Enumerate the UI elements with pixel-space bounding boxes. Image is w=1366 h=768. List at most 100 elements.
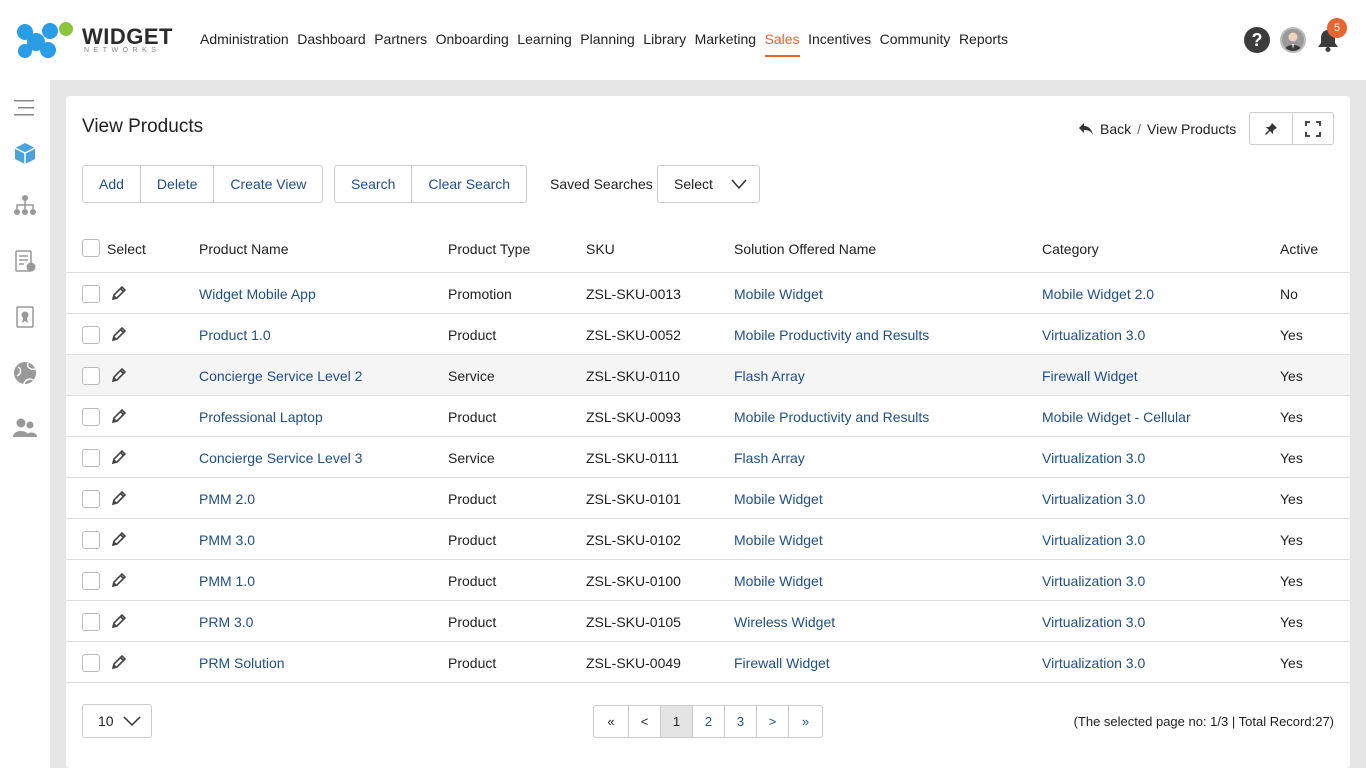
row-checkbox[interactable] bbox=[82, 531, 100, 549]
edit-pencil-icon[interactable] bbox=[110, 325, 128, 343]
add-button[interactable]: Add bbox=[83, 166, 140, 202]
saved-searches-select[interactable]: Select bbox=[657, 165, 760, 203]
row-checkbox[interactable] bbox=[82, 326, 100, 344]
edit-pencil-icon[interactable] bbox=[110, 530, 128, 548]
edit-pencil-icon[interactable] bbox=[110, 284, 128, 302]
nav-item-dashboard[interactable]: Dashboard bbox=[297, 31, 366, 57]
back-arrow-icon[interactable] bbox=[1078, 122, 1094, 136]
product-name-link[interactable]: PRM 3.0 bbox=[199, 614, 253, 630]
solution-link[interactable]: Mobile Widget bbox=[734, 491, 823, 507]
create-view-button[interactable]: Create View bbox=[213, 166, 322, 202]
row-checkbox[interactable] bbox=[82, 490, 100, 508]
category-link[interactable]: Virtualization 3.0 bbox=[1042, 532, 1145, 548]
breadcrumb-current: View Products bbox=[1147, 121, 1237, 137]
nav-item-incentives[interactable]: Incentives bbox=[808, 31, 871, 57]
solution-link[interactable]: Flash Array bbox=[734, 368, 805, 384]
edit-pencil-icon[interactable] bbox=[110, 489, 128, 507]
sku-cell: ZSL-SKU-0110 bbox=[586, 368, 680, 384]
nav-item-sales[interactable]: Sales bbox=[764, 31, 800, 57]
category-link[interactable]: Virtualization 3.0 bbox=[1042, 655, 1145, 671]
category-link[interactable]: Virtualization 3.0 bbox=[1042, 614, 1145, 630]
column-product-name[interactable]: Product Name bbox=[199, 241, 288, 257]
clear-search-button[interactable]: Clear Search bbox=[411, 166, 526, 202]
org-chart-icon[interactable] bbox=[12, 193, 38, 219]
category-link[interactable]: Virtualization 3.0 bbox=[1042, 491, 1145, 507]
row-checkbox[interactable] bbox=[82, 654, 100, 672]
row-checkbox[interactable] bbox=[82, 613, 100, 631]
page-size-select[interactable]: 10 bbox=[82, 704, 152, 738]
solution-link[interactable]: Firewall Widget bbox=[734, 655, 830, 671]
prev-page-button[interactable]: < bbox=[628, 706, 660, 737]
certificate-icon[interactable] bbox=[12, 304, 38, 330]
product-name-link[interactable]: PMM 2.0 bbox=[199, 491, 255, 507]
nav-item-administration[interactable]: Administration bbox=[200, 31, 289, 57]
solution-link[interactable]: Mobile Productivity and Results bbox=[734, 409, 929, 425]
solution-link[interactable]: Wireless Widget bbox=[734, 614, 835, 630]
solution-link[interactable]: Mobile Widget bbox=[734, 286, 823, 302]
category-link[interactable]: Mobile Widget - Cellular bbox=[1042, 409, 1191, 425]
help-icon[interactable]: ? bbox=[1244, 27, 1270, 53]
user-avatar[interactable] bbox=[1280, 27, 1306, 53]
product-name-link[interactable]: Concierge Service Level 2 bbox=[199, 368, 362, 384]
products-box-icon[interactable] bbox=[12, 140, 38, 166]
select-all-checkbox[interactable] bbox=[82, 239, 100, 257]
category-link[interactable]: Firewall Widget bbox=[1042, 368, 1138, 384]
page-button-3[interactable]: 3 bbox=[724, 706, 756, 737]
edit-pencil-icon[interactable] bbox=[110, 407, 128, 425]
product-type-cell: Product bbox=[448, 327, 497, 343]
product-name-link[interactable]: Concierge Service Level 3 bbox=[199, 450, 362, 466]
nav-item-learning[interactable]: Learning bbox=[517, 31, 572, 57]
column-category[interactable]: Category bbox=[1042, 241, 1099, 257]
column-product-type[interactable]: Product Type bbox=[448, 241, 530, 257]
product-name-link[interactable]: PRM Solution bbox=[199, 655, 285, 671]
category-link[interactable]: Virtualization 3.0 bbox=[1042, 573, 1145, 589]
row-checkbox[interactable] bbox=[82, 449, 100, 467]
brand-logo[interactable]: WIDGET NETWORKS bbox=[14, 20, 173, 60]
invoice-icon[interactable] bbox=[12, 248, 38, 274]
solution-link[interactable]: Flash Array bbox=[734, 450, 805, 466]
column-sku[interactable]: SKU bbox=[586, 241, 615, 257]
category-link[interactable]: Virtualization 3.0 bbox=[1042, 450, 1145, 466]
delete-button[interactable]: Delete bbox=[139, 166, 213, 202]
edit-pencil-icon[interactable] bbox=[110, 366, 128, 384]
product-name-link[interactable]: PMM 3.0 bbox=[199, 532, 255, 548]
first-page-button[interactable]: « bbox=[594, 706, 628, 737]
product-name-link[interactable]: Professional Laptop bbox=[199, 409, 323, 425]
nav-item-partners[interactable]: Partners bbox=[374, 31, 427, 57]
page-button-1[interactable]: 1 bbox=[660, 706, 692, 737]
menu-icon[interactable] bbox=[12, 95, 38, 121]
solution-link[interactable]: Mobile Widget bbox=[734, 573, 823, 589]
row-checkbox[interactable] bbox=[82, 572, 100, 590]
row-checkbox[interactable] bbox=[82, 285, 100, 303]
nav-item-library[interactable]: Library bbox=[643, 31, 686, 57]
last-page-button[interactable]: » bbox=[788, 706, 822, 737]
row-checkbox[interactable] bbox=[82, 367, 100, 385]
edit-pencil-icon[interactable] bbox=[110, 448, 128, 466]
category-link[interactable]: Mobile Widget 2.0 bbox=[1042, 286, 1154, 302]
pin-button[interactable] bbox=[1250, 113, 1292, 144]
row-checkbox[interactable] bbox=[82, 408, 100, 426]
solution-link[interactable]: Mobile Productivity and Results bbox=[734, 327, 929, 343]
product-name-link[interactable]: Widget Mobile App bbox=[199, 286, 316, 302]
search-button[interactable]: Search bbox=[335, 166, 411, 202]
next-page-button[interactable]: > bbox=[756, 706, 788, 737]
solution-link[interactable]: Mobile Widget bbox=[734, 532, 823, 548]
column-solution-offered-name[interactable]: Solution Offered Name bbox=[734, 241, 876, 257]
edit-pencil-icon[interactable] bbox=[110, 612, 128, 630]
users-icon[interactable] bbox=[12, 415, 38, 441]
nav-item-reports[interactable]: Reports bbox=[959, 31, 1008, 57]
fullscreen-button[interactable] bbox=[1291, 113, 1334, 144]
edit-pencil-icon[interactable] bbox=[110, 653, 128, 671]
nav-item-community[interactable]: Community bbox=[880, 31, 951, 57]
nav-item-marketing[interactable]: Marketing bbox=[695, 31, 756, 57]
product-name-link[interactable]: Product 1.0 bbox=[199, 327, 271, 343]
globe-icon[interactable] bbox=[12, 360, 38, 386]
column-active[interactable]: Active bbox=[1280, 241, 1318, 257]
product-name-link[interactable]: PMM 1.0 bbox=[199, 573, 255, 589]
edit-pencil-icon[interactable] bbox=[110, 571, 128, 589]
nav-item-planning[interactable]: Planning bbox=[580, 31, 635, 57]
back-link[interactable]: Back bbox=[1100, 121, 1131, 137]
category-link[interactable]: Virtualization 3.0 bbox=[1042, 327, 1145, 343]
nav-item-onboarding[interactable]: Onboarding bbox=[436, 31, 509, 57]
page-button-2[interactable]: 2 bbox=[692, 706, 724, 737]
